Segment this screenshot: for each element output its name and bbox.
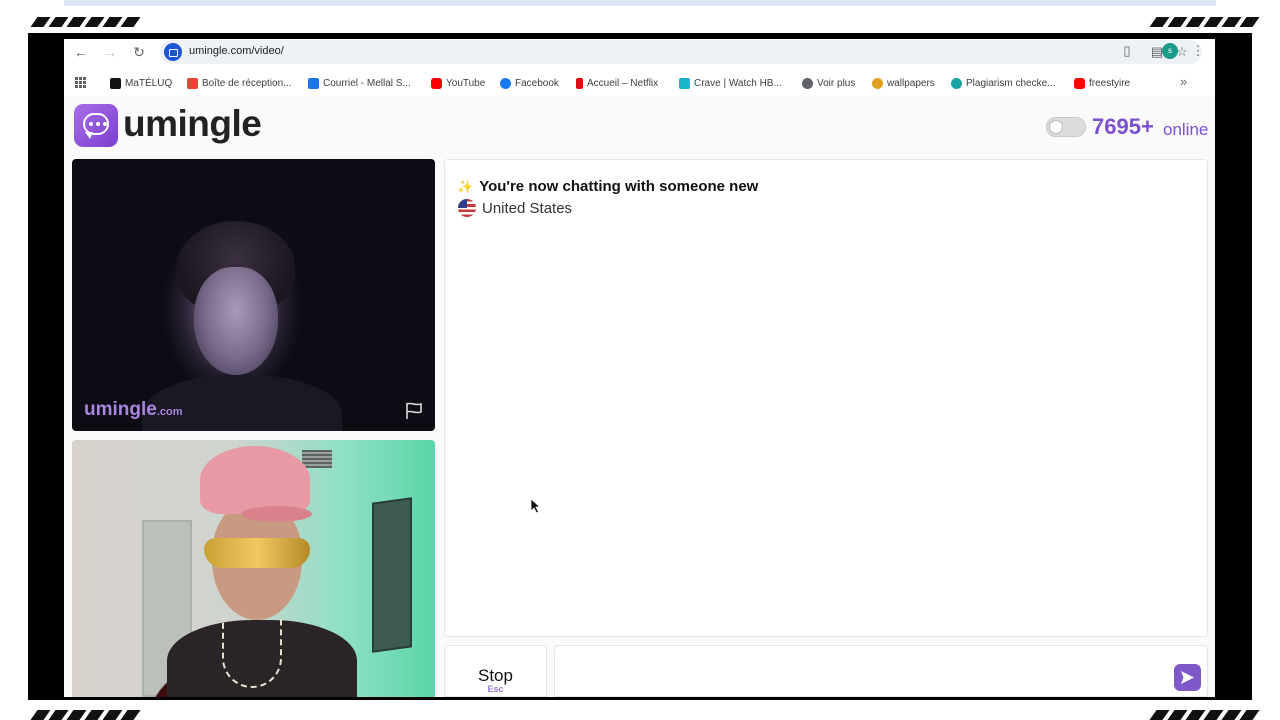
screen-frame-bottom — [0, 700, 1280, 720]
bookmark-item[interactable]: Facebook — [500, 76, 559, 90]
bookmark-item[interactable]: wallpapers — [872, 76, 935, 90]
facebook-icon — [500, 77, 511, 89]
message-input[interactable] — [554, 645, 1208, 697]
stop-label: Stop — [478, 666, 513, 685]
bookmark-label: Accueil – Netflix — [587, 77, 659, 89]
chat-status: ✨ You're now chatting with someone new — [457, 178, 758, 195]
stranger-video: umingle.com — [72, 159, 435, 431]
online-label: online — [1163, 120, 1209, 139]
bookmark-label: Crave | Watch HB... — [694, 77, 782, 89]
gmail-icon — [187, 77, 198, 89]
umingle-logo-icon[interactable] — [74, 104, 118, 147]
youtube-icon — [431, 77, 442, 89]
screen-border-right — [1215, 33, 1252, 698]
netflix-icon — [576, 77, 583, 89]
bookmark-label: YouTube — [446, 77, 486, 89]
screen-border-left — [28, 33, 64, 698]
frame-strip — [64, 0, 1216, 6]
site-camera-icon — [164, 43, 182, 61]
crave-icon — [679, 77, 690, 89]
bookmark-label: Facebook — [515, 77, 559, 89]
globe-icon — [802, 77, 813, 89]
us-flag-icon — [458, 199, 476, 217]
bookmark-item[interactable]: Accueil – Netflix — [576, 76, 658, 90]
sparkle-icon: ✨ — [457, 178, 474, 194]
plagiarism-icon — [951, 77, 962, 89]
screen-frame-top — [0, 0, 1280, 33]
youtube-icon — [1074, 77, 1085, 89]
forward-arrow-icon[interactable]: → — [101, 43, 119, 61]
stop-shortcut-hint: Esc — [487, 684, 504, 694]
more-bookmarks-icon[interactable]: » — [1180, 74, 1187, 89]
bookmark-label: Voir plus — [817, 77, 856, 89]
bookmark-item[interactable]: Crave | Watch HB... — [679, 76, 782, 90]
apps-grid-icon[interactable] — [75, 77, 86, 88]
mouse-cursor-icon — [530, 498, 542, 514]
bookmark-label: Courriel - Mellal S... — [323, 77, 411, 89]
address-bar[interactable]: umingle.com/video/ ▤ ☆ — [160, 40, 1202, 64]
browser-toolbar: ← → ↻ umingle.com/video/ ▤ ☆ ▯ s ⋮ — [64, 39, 1215, 65]
bookmark-label: MaTÉLUQ — [125, 77, 173, 89]
online-count: 7695+ — [1092, 114, 1154, 139]
send-arrow-icon — [1181, 671, 1194, 684]
bookmark-label: Boîte de réception... — [202, 77, 292, 89]
bookmark-item[interactable]: Voir plus — [802, 76, 855, 90]
country-name: United States — [482, 199, 573, 217]
bookmark-item[interactable]: freestyire — [1074, 76, 1130, 90]
bookmark-item[interactable]: YouTube — [431, 76, 485, 90]
browser-menu-icon[interactable]: ⋮ — [1190, 43, 1206, 59]
teluq-icon — [110, 77, 121, 89]
frame-stripes-bottom-left — [30, 710, 141, 720]
self-video — [72, 440, 435, 697]
frame-stripes-top-left — [30, 17, 141, 27]
bookmark-item[interactable]: Courriel - Mellal S... — [308, 76, 411, 90]
bookmark-label: freestyire — [1089, 77, 1131, 89]
stop-button[interactable]: Stop Esc — [444, 645, 547, 697]
video-watermark: umingle.com — [84, 399, 183, 420]
frame-stripes-bottom-right — [1149, 710, 1260, 720]
chat-status-text: You're now chatting with someone new — [479, 178, 759, 195]
umingle-page: umingle 7695+ online umingle.com ✨ You'r… — [64, 96, 1215, 697]
back-arrow-icon[interactable]: ← — [72, 43, 90, 61]
bookmark-item[interactable]: Boîte de réception... — [187, 76, 292, 90]
reload-icon[interactable]: ↻ — [130, 43, 148, 61]
bookmarks-bar: MaTÉLUQ Boîte de réception... Courriel -… — [64, 73, 1215, 93]
report-flag-icon[interactable] — [404, 402, 424, 420]
bookmark-item[interactable]: MaTÉLUQ — [110, 76, 172, 90]
logo-text[interactable]: umingle — [123, 103, 262, 145]
url-text[interactable]: umingle.com/video/ — [189, 45, 284, 57]
bookmark-label: Plagiarism checke... — [966, 77, 1056, 89]
send-button[interactable] — [1174, 664, 1201, 691]
chat-panel: ✨ You're now chatting with someone new U… — [444, 159, 1208, 637]
extensions-icon[interactable]: ▯ — [1119, 43, 1135, 59]
frame-stripes-top-right — [1149, 17, 1260, 27]
bookmark-item[interactable]: Plagiarism checke... — [951, 76, 1055, 90]
bookmark-label: wallpapers — [887, 77, 935, 89]
profile-avatar[interactable]: s — [1162, 43, 1178, 59]
outlook-icon — [308, 77, 319, 89]
theme-toggle[interactable] — [1046, 117, 1086, 137]
stranger-country: United States — [458, 199, 572, 217]
wallpapers-icon — [872, 77, 883, 89]
browser-window: ← → ↻ umingle.com/video/ ▤ ☆ ▯ s ⋮ MaTÉL… — [64, 39, 1215, 697]
